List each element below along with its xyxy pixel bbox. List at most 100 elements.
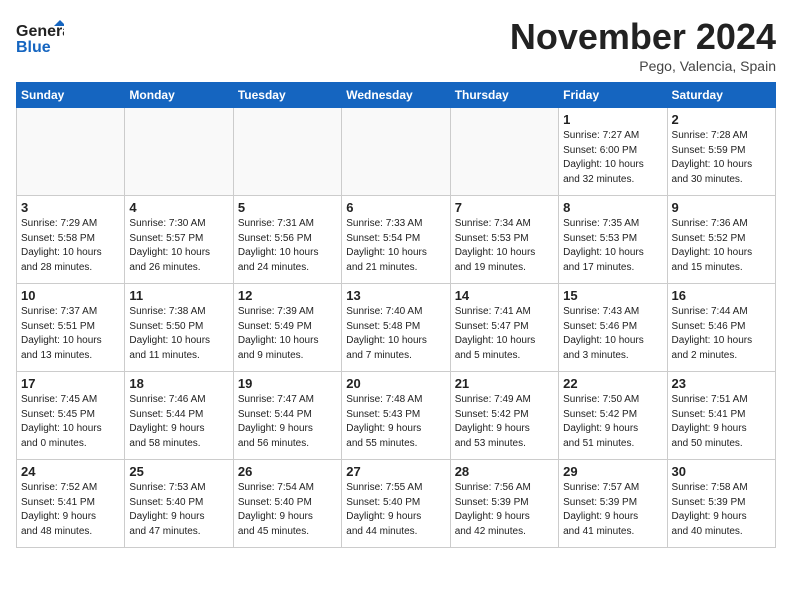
calendar-day-25: 25 Sunrise: 7:53 AM Sunset: 5:40 PM Dayli… [125,460,233,548]
day-info: Sunrise: 7:39 AM Sunset: 5:49 PM Dayligh… [238,305,337,363]
day-number: 29 [563,464,662,479]
calendar-day-22: 22 Sunrise: 7:50 AM Sunset: 5:42 PM Dayli… [559,372,667,460]
day-number: 13 [346,288,445,303]
day-info: Sunrise: 7:36 AM Sunset: 5:52 PM Dayligh… [672,217,771,275]
day-info: Sunrise: 7:28 AM Sunset: 5:59 PM Dayligh… [672,129,771,187]
day-number: 16 [672,288,771,303]
day-info: Sunrise: 7:33 AM Sunset: 5:54 PM Dayligh… [346,217,445,275]
calendar-week-row: 3 Sunrise: 7:29 AM Sunset: 5:58 PM Daylig… [17,196,776,284]
calendar-day-30: 30 Sunrise: 7:58 AM Sunset: 5:39 PM Dayli… [667,460,775,548]
calendar-day-13: 13Sunrise: 7:40 AM Sunset: 5:48 PM Dayli… [342,284,450,372]
day-number: 1 [563,112,662,127]
day-info: Sunrise: 7:45 AM Sunset: 5:45 PM Dayligh… [21,393,120,451]
day-info: Sunrise: 7:44 AM Sunset: 5:46 PM Dayligh… [672,305,771,363]
day-number: 7 [455,200,554,215]
calendar-day-17: 17 Sunrise: 7:45 AM Sunset: 5:45 PM Dayli… [17,372,125,460]
day-info: Sunrise: 7:52 AM Sunset: 5:41 PM Dayligh… [21,481,120,539]
day-number: 18 [129,376,228,391]
day-info: Sunrise: 7:58 AM Sunset: 5:39 PM Dayligh… [672,481,771,539]
day-number: 6 [346,200,445,215]
calendar-day-18: 18 Sunrise: 7:46 AM Sunset: 5:44 PM Dayli… [125,372,233,460]
calendar-day-15: 15 Sunrise: 7:43 AM Sunset: 5:46 PM Dayli… [559,284,667,372]
calendar-week-row: 24 Sunrise: 7:52 AM Sunset: 5:41 PM Dayli… [17,460,776,548]
day-number: 25 [129,464,228,479]
calendar-day-empty [450,108,558,196]
day-number: 26 [238,464,337,479]
day-info: Sunrise: 7:37 AM Sunset: 5:51 PM Dayligh… [21,305,120,363]
calendar-day-29: 29 Sunrise: 7:57 AM Sunset: 5:39 PM Dayli… [559,460,667,548]
logo: General Blue [16,16,64,60]
calendar-day-27: 27Sunrise: 7:55 AM Sunset: 5:40 PM Dayli… [342,460,450,548]
day-info: Sunrise: 7:30 AM Sunset: 5:57 PM Dayligh… [129,217,228,275]
day-number: 9 [672,200,771,215]
day-info: Sunrise: 7:27 AM Sunset: 6:00 PM Dayligh… [563,129,662,187]
calendar-week-row: 17 Sunrise: 7:45 AM Sunset: 5:45 PM Dayli… [17,372,776,460]
calendar-day-28: 28 Sunrise: 7:56 AM Sunset: 5:39 PM Dayli… [450,460,558,548]
calendar-day-12: 12 Sunrise: 7:39 AM Sunset: 5:49 PM Dayli… [233,284,341,372]
day-info: Sunrise: 7:31 AM Sunset: 5:56 PM Dayligh… [238,217,337,275]
day-info: Sunrise: 7:41 AM Sunset: 5:47 PM Dayligh… [455,305,554,363]
title-block: November 2024 Pego, Valencia, Spain [510,16,776,74]
calendar-day-10: 10Sunrise: 7:37 AM Sunset: 5:51 PM Dayli… [17,284,125,372]
calendar-day-4: 4 Sunrise: 7:30 AM Sunset: 5:57 PM Daylig… [125,196,233,284]
day-info: Sunrise: 7:49 AM Sunset: 5:42 PM Dayligh… [455,393,554,451]
calendar-day-16: 16 Sunrise: 7:44 AM Sunset: 5:46 PM Dayli… [667,284,775,372]
day-info: Sunrise: 7:47 AM Sunset: 5:44 PM Dayligh… [238,393,337,451]
day-info: Sunrise: 7:50 AM Sunset: 5:42 PM Dayligh… [563,393,662,451]
calendar-day-11: 11Sunrise: 7:38 AM Sunset: 5:50 PM Dayli… [125,284,233,372]
day-info: Sunrise: 7:34 AM Sunset: 5:53 PM Dayligh… [455,217,554,275]
day-info: Sunrise: 7:56 AM Sunset: 5:39 PM Dayligh… [455,481,554,539]
calendar-day-5: 5 Sunrise: 7:31 AM Sunset: 5:56 PM Daylig… [233,196,341,284]
calendar-day-empty [125,108,233,196]
calendar-day-empty [17,108,125,196]
weekday-header-tuesday: Tuesday [233,83,341,108]
calendar-day-6: 6 Sunrise: 7:33 AM Sunset: 5:54 PM Daylig… [342,196,450,284]
day-number: 3 [21,200,120,215]
day-info: Sunrise: 7:51 AM Sunset: 5:41 PM Dayligh… [672,393,771,451]
calendar-day-24: 24 Sunrise: 7:52 AM Sunset: 5:41 PM Dayli… [17,460,125,548]
day-info: Sunrise: 7:54 AM Sunset: 5:40 PM Dayligh… [238,481,337,539]
day-number: 22 [563,376,662,391]
month-title: November 2024 [510,16,776,58]
day-number: 5 [238,200,337,215]
day-number: 12 [238,288,337,303]
calendar-day-23: 23Sunrise: 7:51 AM Sunset: 5:41 PM Dayli… [667,372,775,460]
calendar-day-2: 2 Sunrise: 7:28 AM Sunset: 5:59 PM Daylig… [667,108,775,196]
day-number: 21 [455,376,554,391]
calendar-day-empty [233,108,341,196]
calendar-day-26: 26 Sunrise: 7:54 AM Sunset: 5:40 PM Dayli… [233,460,341,548]
day-info: Sunrise: 7:46 AM Sunset: 5:44 PM Dayligh… [129,393,228,451]
day-info: Sunrise: 7:55 AM Sunset: 5:40 PM Dayligh… [346,481,445,539]
calendar-day-7: 7 Sunrise: 7:34 AM Sunset: 5:53 PM Daylig… [450,196,558,284]
calendar-week-row: 1 Sunrise: 7:27 AM Sunset: 6:00 PM Daylig… [17,108,776,196]
weekday-header-thursday: Thursday [450,83,558,108]
weekday-header-sunday: Sunday [17,83,125,108]
weekday-header-friday: Friday [559,83,667,108]
location: Pego, Valencia, Spain [510,58,776,74]
svg-text:Blue: Blue [16,39,51,56]
day-info: Sunrise: 7:43 AM Sunset: 5:46 PM Dayligh… [563,305,662,363]
weekday-header-row: SundayMondayTuesdayWednesdayThursdayFrid… [17,83,776,108]
day-number: 20 [346,376,445,391]
day-number: 2 [672,112,771,127]
weekday-header-monday: Monday [125,83,233,108]
calendar-day-8: 8Sunrise: 7:35 AM Sunset: 5:53 PM Daylig… [559,196,667,284]
day-info: Sunrise: 7:53 AM Sunset: 5:40 PM Dayligh… [129,481,228,539]
day-number: 24 [21,464,120,479]
calendar-table: SundayMondayTuesdayWednesdayThursdayFrid… [16,82,776,548]
day-number: 17 [21,376,120,391]
day-number: 30 [672,464,771,479]
day-number: 28 [455,464,554,479]
day-info: Sunrise: 7:48 AM Sunset: 5:43 PM Dayligh… [346,393,445,451]
weekday-header-saturday: Saturday [667,83,775,108]
day-info: Sunrise: 7:35 AM Sunset: 5:53 PM Dayligh… [563,217,662,275]
calendar-day-14: 14Sunrise: 7:41 AM Sunset: 5:47 PM Dayli… [450,284,558,372]
day-info: Sunrise: 7:29 AM Sunset: 5:58 PM Dayligh… [21,217,120,275]
calendar-day-empty [342,108,450,196]
calendar-day-3: 3 Sunrise: 7:29 AM Sunset: 5:58 PM Daylig… [17,196,125,284]
calendar-day-21: 21 Sunrise: 7:49 AM Sunset: 5:42 PM Dayli… [450,372,558,460]
day-info: Sunrise: 7:57 AM Sunset: 5:39 PM Dayligh… [563,481,662,539]
day-number: 4 [129,200,228,215]
calendar-day-20: 20 Sunrise: 7:48 AM Sunset: 5:43 PM Dayli… [342,372,450,460]
day-number: 15 [563,288,662,303]
